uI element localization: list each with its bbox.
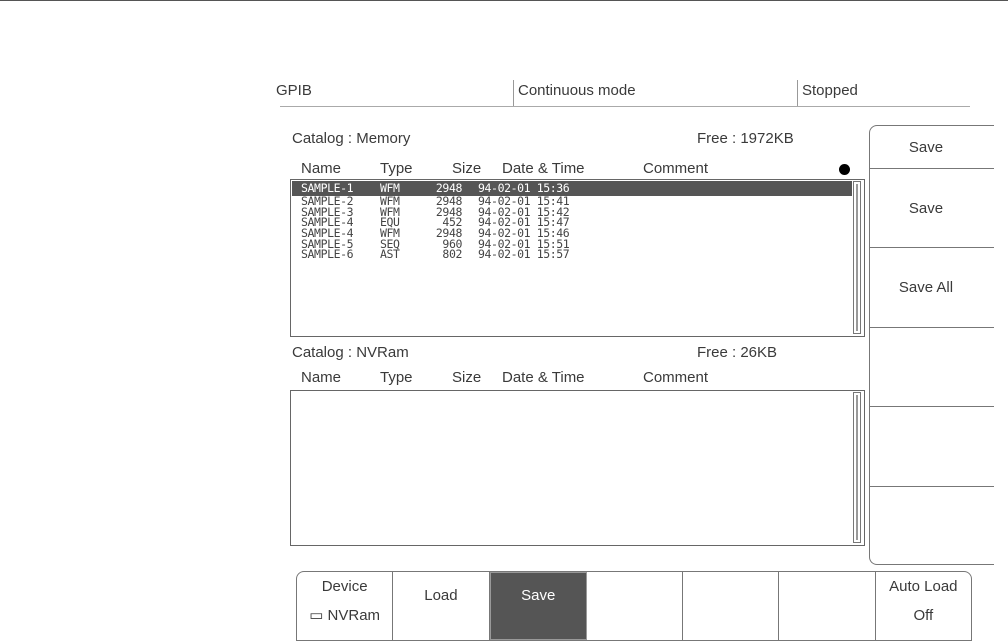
file-row[interactable]: SAMPLE-4 WFM 2948 94-02-01 15:46 — [292, 227, 852, 239]
file-row[interactable]: SAMPLE-3 WFM 2948 94-02-01 15:42 — [292, 206, 852, 218]
col-name: Name — [301, 369, 342, 386]
side-menu: Save Save Save All — [869, 125, 994, 565]
col-datetime: Date & Time — [502, 369, 585, 386]
status-divider — [280, 106, 970, 107]
side-button-4[interactable] — [870, 328, 994, 407]
nvram-free-space: Free : 26KB — [697, 344, 778, 361]
status-state: Stopped — [802, 82, 858, 99]
button-value: Off — [913, 607, 934, 624]
side-button-6[interactable] — [870, 487, 994, 564]
cell-type: AST — [380, 247, 400, 262]
memory-catalog-title: Catalog : Memory — [292, 130, 411, 147]
button-label: Device — [321, 578, 368, 595]
file-row[interactable]: SAMPLE-2 WFM 2948 94-02-01 15:41 — [292, 195, 852, 207]
button-label: Auto Load — [889, 578, 958, 595]
status-separator — [797, 80, 798, 107]
status-interface: GPIB — [276, 82, 312, 99]
side-menu-title: Save — [870, 126, 994, 169]
memory-rows: SAMPLE-1 WFM 2948 94-02-01 15:36 SAMPLE-2 WFM… — [292, 181, 852, 260]
file-row[interactable]: SAMPLE-1 WFM 2948 94-02-01 15:36 — [292, 181, 852, 196]
nvram-file-list[interactable] — [290, 390, 865, 546]
button-label: Save — [521, 586, 556, 604]
status-mode: Continuous mode — [518, 82, 636, 99]
cell-datetime: 94-02-01 15:57 — [478, 247, 570, 262]
col-size: Size — [452, 160, 482, 177]
top-border — [0, 0, 1008, 1]
col-type: Type — [380, 369, 413, 386]
file-row[interactable]: SAMPLE-4 EQU 452 94-02-01 15:47 — [292, 217, 852, 228]
file-row[interactable]: SAMPLE-5 SEQ 960 94-02-01 15:51 — [292, 238, 852, 250]
side-button-5[interactable] — [870, 407, 994, 487]
col-comment: Comment — [643, 369, 709, 386]
nvram-scrollbar[interactable] — [853, 392, 861, 543]
side-save-all-button[interactable]: Save All — [870, 248, 994, 328]
status-separator — [513, 80, 514, 107]
side-save-button[interactable]: Save — [870, 169, 994, 248]
file-row[interactable]: SAMPLE-6 AST 802 94-02-01 15:57 — [292, 249, 852, 260]
activity-indicator-icon — [839, 164, 850, 175]
col-datetime: Date & Time — [502, 160, 585, 177]
memory-free-space: Free : 1972KB — [697, 130, 794, 147]
col-size: Size — [452, 369, 482, 386]
col-name: Name — [301, 160, 342, 177]
bottom-menu: Device ▭ NVRam Load Save Auto Load Off — [296, 571, 972, 641]
memory-scrollbar[interactable] — [853, 181, 861, 334]
col-type: Type — [380, 160, 413, 177]
cell-size: 802 — [442, 247, 462, 262]
col-comment: Comment — [643, 160, 709, 177]
nvram-catalog-title: Catalog : NVRam — [292, 344, 409, 361]
button-value: ▭ NVRam — [309, 607, 381, 624]
cell-name: SAMPLE-6 — [301, 247, 354, 262]
button-label: Load — [424, 586, 458, 604]
